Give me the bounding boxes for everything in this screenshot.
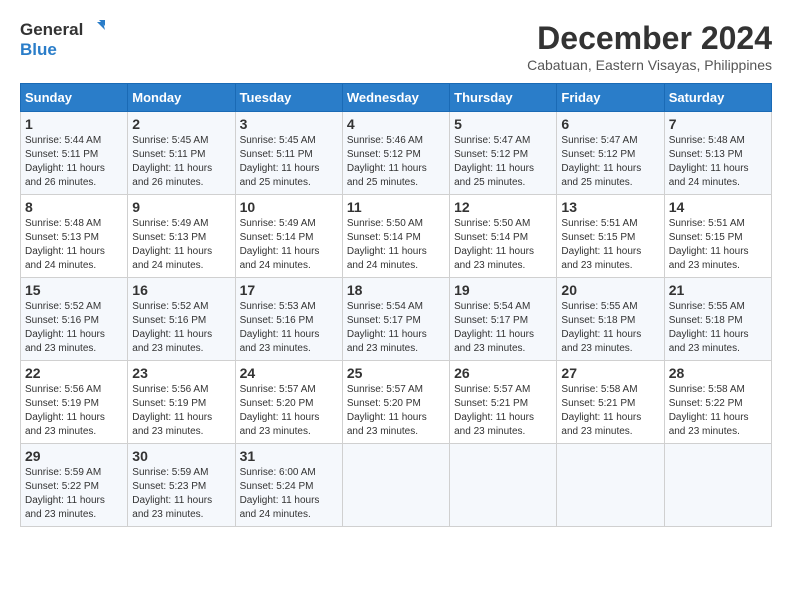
table-row: 4Sunrise: 5:46 AMSunset: 5:12 PMDaylight…: [342, 112, 449, 195]
table-row: 31Sunrise: 6:00 AMSunset: 5:24 PMDayligh…: [235, 444, 342, 527]
table-row: 26Sunrise: 5:57 AMSunset: 5:21 PMDayligh…: [450, 361, 557, 444]
table-row: 11Sunrise: 5:50 AMSunset: 5:14 PMDayligh…: [342, 195, 449, 278]
header-tuesday: Tuesday: [235, 84, 342, 112]
table-row: [450, 444, 557, 527]
table-row: 2Sunrise: 5:45 AMSunset: 5:11 PMDaylight…: [128, 112, 235, 195]
header-monday: Monday: [128, 84, 235, 112]
table-row: 15Sunrise: 5:52 AMSunset: 5:16 PMDayligh…: [21, 278, 128, 361]
table-row: 20Sunrise: 5:55 AMSunset: 5:18 PMDayligh…: [557, 278, 664, 361]
header-friday: Friday: [557, 84, 664, 112]
table-row: 6Sunrise: 5:47 AMSunset: 5:12 PMDaylight…: [557, 112, 664, 195]
calendar-table: Sunday Monday Tuesday Wednesday Thursday…: [20, 83, 772, 527]
table-row: 30Sunrise: 5:59 AMSunset: 5:23 PMDayligh…: [128, 444, 235, 527]
table-row: 1Sunrise: 5:44 AMSunset: 5:11 PMDaylight…: [21, 112, 128, 195]
table-row: 22Sunrise: 5:56 AMSunset: 5:19 PMDayligh…: [21, 361, 128, 444]
table-row: 24Sunrise: 5:57 AMSunset: 5:20 PMDayligh…: [235, 361, 342, 444]
table-row: [342, 444, 449, 527]
header-sunday: Sunday: [21, 84, 128, 112]
table-row: 10Sunrise: 5:49 AMSunset: 5:14 PMDayligh…: [235, 195, 342, 278]
table-row: 16Sunrise: 5:52 AMSunset: 5:16 PMDayligh…: [128, 278, 235, 361]
table-row: [664, 444, 771, 527]
location: Cabatuan, Eastern Visayas, Philippines: [527, 57, 772, 73]
table-row: 23Sunrise: 5:56 AMSunset: 5:19 PMDayligh…: [128, 361, 235, 444]
header-thursday: Thursday: [450, 84, 557, 112]
table-row: 9Sunrise: 5:49 AMSunset: 5:13 PMDaylight…: [128, 195, 235, 278]
table-row: 13Sunrise: 5:51 AMSunset: 5:15 PMDayligh…: [557, 195, 664, 278]
header-saturday: Saturday: [664, 84, 771, 112]
table-row: 12Sunrise: 5:50 AMSunset: 5:14 PMDayligh…: [450, 195, 557, 278]
table-row: 5Sunrise: 5:47 AMSunset: 5:12 PMDaylight…: [450, 112, 557, 195]
title-block: December 2024 Cabatuan, Eastern Visayas,…: [527, 20, 772, 73]
table-row: 27Sunrise: 5:58 AMSunset: 5:21 PMDayligh…: [557, 361, 664, 444]
table-row: 7Sunrise: 5:48 AMSunset: 5:13 PMDaylight…: [664, 112, 771, 195]
page-header: General Blue December 2024 Cabatuan, Eas…: [20, 20, 772, 73]
table-row: 3Sunrise: 5:45 AMSunset: 5:11 PMDaylight…: [235, 112, 342, 195]
table-row: 29Sunrise: 5:59 AMSunset: 5:22 PMDayligh…: [21, 444, 128, 527]
table-row: [557, 444, 664, 527]
table-row: 25Sunrise: 5:57 AMSunset: 5:20 PMDayligh…: [342, 361, 449, 444]
header-row: Sunday Monday Tuesday Wednesday Thursday…: [21, 84, 772, 112]
table-row: 18Sunrise: 5:54 AMSunset: 5:17 PMDayligh…: [342, 278, 449, 361]
header-wednesday: Wednesday: [342, 84, 449, 112]
table-row: 21Sunrise: 5:55 AMSunset: 5:18 PMDayligh…: [664, 278, 771, 361]
table-row: 17Sunrise: 5:53 AMSunset: 5:16 PMDayligh…: [235, 278, 342, 361]
table-row: 28Sunrise: 5:58 AMSunset: 5:22 PMDayligh…: [664, 361, 771, 444]
table-row: 19Sunrise: 5:54 AMSunset: 5:17 PMDayligh…: [450, 278, 557, 361]
table-row: 8Sunrise: 5:48 AMSunset: 5:13 PMDaylight…: [21, 195, 128, 278]
logo: General Blue: [20, 20, 105, 60]
month-year: December 2024: [527, 20, 772, 57]
table-row: 14Sunrise: 5:51 AMSunset: 5:15 PMDayligh…: [664, 195, 771, 278]
